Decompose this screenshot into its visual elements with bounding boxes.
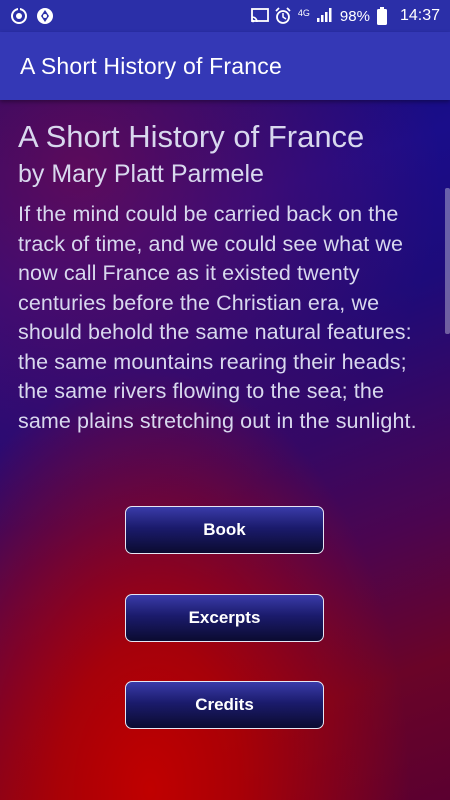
- book-button[interactable]: Book: [125, 506, 324, 554]
- content-area: A Short History of France by Mary Platt …: [18, 118, 438, 436]
- app-bar: A Short History of France: [0, 32, 450, 100]
- clock: 14:37: [399, 7, 440, 24]
- status-bar: 4G 98% 14:37: [0, 0, 450, 32]
- credits-button[interactable]: Credits: [125, 681, 324, 729]
- alarm-icon: [274, 7, 292, 25]
- battery-icon: [376, 7, 394, 25]
- cast-icon: [250, 7, 269, 25]
- screen: 4G 98% 14:37 A Short History of France A…: [0, 0, 450, 800]
- excerpts-button[interactable]: Excerpts: [125, 594, 324, 642]
- shutter-icon: [36, 7, 54, 25]
- sync-icon: [10, 7, 28, 25]
- book-author: by Mary Platt Parmele: [18, 160, 264, 188]
- signal-icon: [316, 7, 334, 25]
- scrollbar[interactable]: [445, 188, 450, 334]
- app-bar-title: A Short History of France: [20, 52, 282, 79]
- battery-percent: 98%: [339, 7, 370, 25]
- book-title: A Short History of France: [18, 119, 365, 154]
- network-type-label: 4G: [297, 7, 310, 18]
- intro-text: If the mind could be carried back on the…: [18, 202, 417, 433]
